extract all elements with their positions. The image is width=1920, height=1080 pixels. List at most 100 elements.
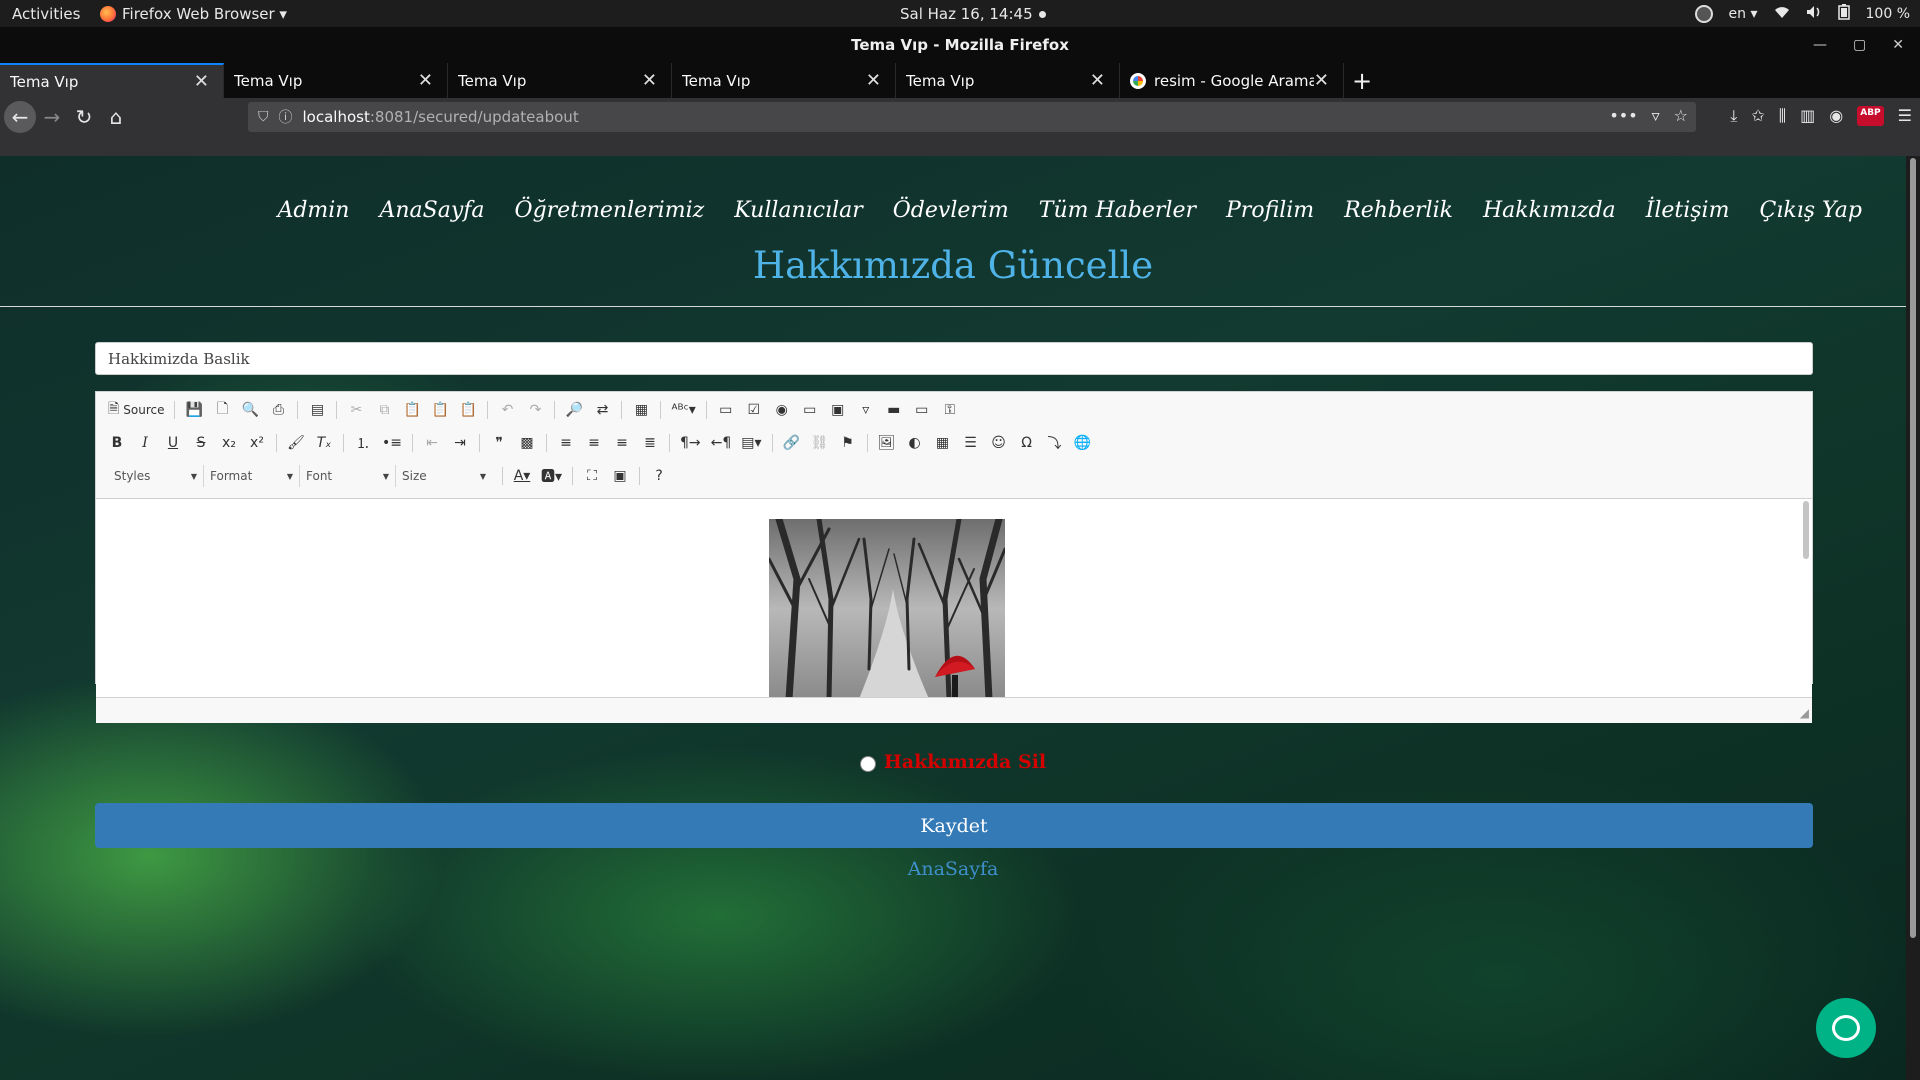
delete-label[interactable]: Hakkımızda Sil: [884, 751, 1046, 773]
close-tab-icon[interactable]: ✕: [642, 70, 657, 91]
home-button[interactable]: ⌂: [100, 101, 132, 133]
image-button-icon[interactable]: ▭: [913, 400, 931, 420]
indent-icon[interactable]: ⇥: [451, 433, 469, 453]
align-left-icon[interactable]: ≡: [557, 433, 575, 453]
ltr-icon[interactable]: ¶→: [680, 433, 701, 453]
textarea-icon[interactable]: ▣: [829, 400, 847, 420]
back-button[interactable]: ←: [4, 101, 36, 133]
hidden-field-icon[interactable]: ⚿: [941, 400, 959, 420]
editor-scrollbar[interactable]: [1802, 501, 1810, 697]
volume-icon[interactable]: [1806, 5, 1822, 23]
nav-kullanicilar[interactable]: Kullanıcılar: [734, 198, 863, 223]
font-dropdown[interactable]: Font ▼: [300, 465, 396, 487]
flash-icon[interactable]: ◐: [906, 433, 924, 453]
nav-tum-haberler[interactable]: Tüm Haberler: [1039, 198, 1196, 223]
underline-icon[interactable]: U: [164, 433, 182, 453]
close-tab-icon[interactable]: ✕: [866, 70, 881, 91]
sidebar-icon[interactable]: ▥: [1800, 106, 1815, 126]
print-icon[interactable]: ⎙: [269, 400, 287, 420]
align-center-icon[interactable]: ≡: [585, 433, 603, 453]
nav-cikis-yap[interactable]: Çıkış Yap: [1759, 198, 1862, 223]
link-icon[interactable]: 🔗: [783, 433, 801, 453]
delete-radio[interactable]: [859, 756, 876, 772]
forward-button[interactable]: →: [36, 101, 68, 133]
text-color-icon[interactable]: A▾: [513, 466, 531, 486]
select-all-icon[interactable]: ▦: [632, 400, 650, 420]
checkbox-icon[interactable]: ☑: [745, 400, 763, 420]
justify-icon[interactable]: ≣: [641, 433, 659, 453]
textfield-icon[interactable]: ▭: [801, 400, 819, 420]
save-icon[interactable]: 💾: [185, 400, 203, 420]
maximize-editor-icon[interactable]: ⛶: [583, 466, 601, 486]
bold-icon[interactable]: B: [108, 433, 126, 453]
smiley-icon[interactable]: ☺: [990, 433, 1008, 453]
unlink-icon[interactable]: ⛓: [811, 433, 829, 453]
adblock-icon[interactable]: ABP: [1857, 106, 1884, 126]
preview-icon[interactable]: 🔍: [241, 400, 259, 420]
language-icon[interactable]: ▤▾: [741, 433, 761, 453]
background-color-icon[interactable]: 🅰▾: [541, 466, 562, 486]
close-tab-icon[interactable]: ✕: [1314, 70, 1329, 91]
find-icon[interactable]: 🔎: [565, 400, 583, 420]
image-icon[interactable]: 🖼: [878, 433, 896, 453]
site-info-icon[interactable]: ⓘ: [279, 107, 293, 127]
app-menu[interactable]: Firefox Web Browser ▾: [100, 5, 287, 23]
outdent-icon[interactable]: ⇤: [423, 433, 441, 453]
wifi-icon[interactable]: [1774, 5, 1790, 23]
show-blocks-icon[interactable]: ▣: [611, 466, 629, 486]
nav-anasayfa[interactable]: AnaSayfa: [379, 198, 484, 223]
account-icon[interactable]: ◉: [1829, 106, 1843, 126]
spellcheck-icon[interactable]: ᴬᴮᶜ▾: [671, 400, 695, 420]
nav-hakkimizda[interactable]: Hakkımızda: [1483, 198, 1616, 223]
page-scroll-thumb[interactable]: [1910, 158, 1916, 938]
clock[interactable]: Sal Haz 16, 14:45: [900, 5, 1046, 23]
horizontal-line-icon[interactable]: ☰: [962, 433, 980, 453]
paste-word-icon[interactable]: 📋: [459, 400, 477, 420]
iframe-icon[interactable]: 🌐: [1074, 433, 1092, 453]
help-icon[interactable]: ?: [650, 466, 668, 486]
chat-button[interactable]: [1816, 998, 1876, 1058]
replace-icon[interactable]: ⇄: [593, 400, 611, 420]
blockquote-icon[interactable]: ❞: [490, 433, 508, 453]
tab-1[interactable]: Tema Vıp ✕: [0, 63, 224, 98]
undo-icon[interactable]: ↶: [498, 400, 516, 420]
italic-icon[interactable]: I: [136, 433, 154, 453]
paste-icon[interactable]: 📋: [403, 400, 421, 420]
rtl-icon[interactable]: ←¶: [711, 433, 732, 453]
align-right-icon[interactable]: ≡: [613, 433, 631, 453]
form-icon[interactable]: ▭: [717, 400, 735, 420]
close-tab-icon[interactable]: ✕: [1090, 70, 1105, 91]
maximize-icon[interactable]: ▢: [1853, 27, 1866, 63]
tab-2[interactable]: Tema Vıp ✕: [224, 63, 448, 98]
forest-painting-image[interactable]: [769, 519, 1005, 698]
battery-icon[interactable]: [1837, 4, 1850, 24]
bulleted-list-icon[interactable]: •≡: [382, 433, 402, 453]
styles-dropdown[interactable]: Styles ▼: [108, 465, 204, 487]
tab-3[interactable]: Tema Vıp ✕: [448, 63, 672, 98]
nav-iletisim[interactable]: İletişim: [1646, 198, 1730, 223]
address-bar[interactable]: ⛉ ⓘ localhost:8081/secured/updateabout •…: [248, 102, 1696, 132]
editor-scroll-thumb[interactable]: [1803, 501, 1809, 559]
nav-profilim[interactable]: Profilim: [1226, 198, 1314, 223]
source-button[interactable]: 🗎 Source: [108, 400, 164, 420]
subscript-icon[interactable]: x₂: [220, 433, 238, 453]
size-dropdown[interactable]: Size ▼: [396, 465, 492, 487]
home-link[interactable]: AnaSayfa: [0, 858, 1906, 880]
copy-icon[interactable]: ⧉: [375, 400, 393, 420]
new-page-icon[interactable]: 🗋: [213, 400, 231, 420]
redo-icon[interactable]: ↷: [526, 400, 544, 420]
language-selector[interactable]: en ▾: [1729, 6, 1758, 22]
nav-rehberlik[interactable]: Rehberlik: [1344, 198, 1453, 223]
paste-text-icon[interactable]: 📋: [431, 400, 449, 420]
special-char-icon[interactable]: Ω: [1018, 433, 1036, 453]
templates-icon[interactable]: ▤: [308, 400, 326, 420]
numbered-list-icon[interactable]: ⒈: [354, 433, 372, 453]
close-tab-icon[interactable]: ✕: [418, 70, 433, 91]
close-tab-icon[interactable]: ✕: [194, 71, 209, 92]
page-break-icon[interactable]: ⤵: [1046, 433, 1064, 453]
nav-ogretmenlerimiz[interactable]: Öğretmenlerimiz: [515, 198, 705, 223]
activities-button[interactable]: Activities: [12, 5, 80, 23]
strikethrough-icon[interactable]: S: [192, 433, 210, 453]
editor-content-area[interactable]: [96, 498, 1812, 698]
bookmark-star-icon[interactable]: ☆: [1674, 106, 1688, 125]
